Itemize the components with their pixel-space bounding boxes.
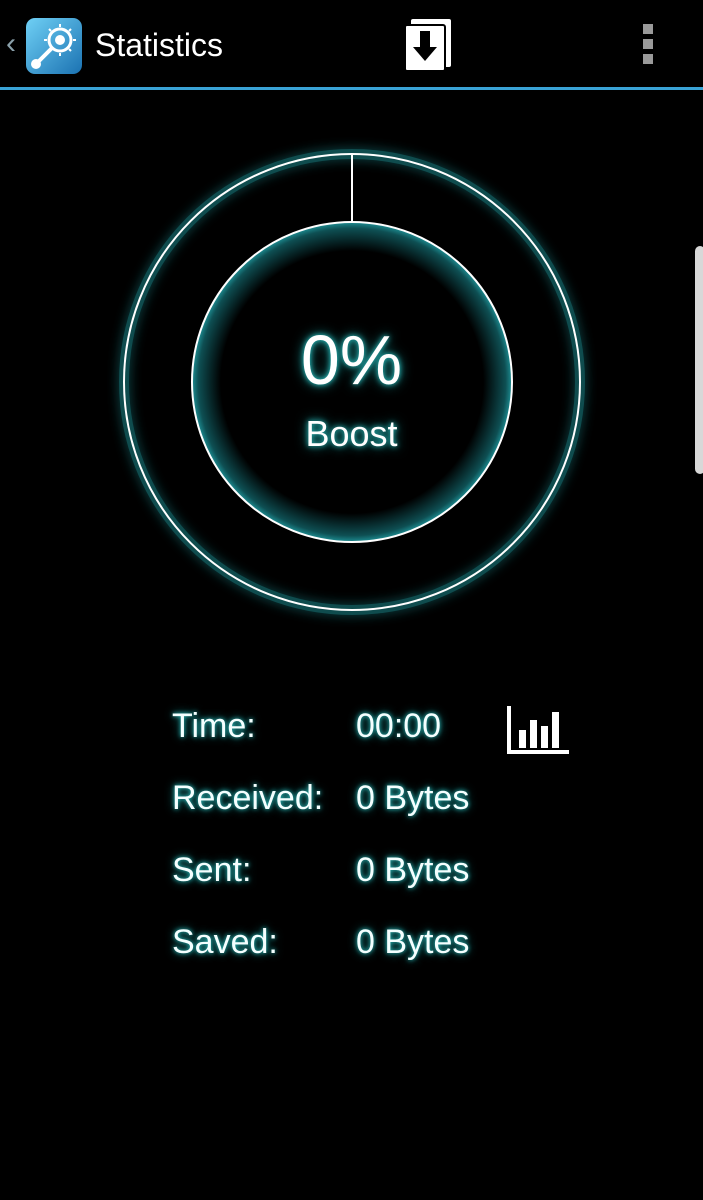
stat-label: Received: bbox=[172, 779, 324, 817]
stat-row-received: Received: 0 Bytes bbox=[172, 772, 592, 844]
action-bar: ‹ Statistics bbox=[0, 0, 703, 754]
overflow-menu-button[interactable] bbox=[628, 14, 668, 74]
app-logo-icon[interactable] bbox=[24, 16, 84, 76]
stat-row-sent: Sent: 0 Bytes bbox=[172, 844, 592, 916]
stat-row-time: Time: 00:00 bbox=[172, 700, 592, 772]
download-button[interactable] bbox=[396, 14, 462, 74]
stat-label: Time: bbox=[172, 707, 256, 745]
overflow-menu-icon bbox=[643, 24, 653, 64]
screen-title: Statistics bbox=[95, 27, 224, 63]
statistics-screen: ‹ Statistics 0% Boost Time: 00:00 Receiv… bbox=[0, 0, 703, 1200]
stat-value: 0 Bytes bbox=[356, 851, 470, 889]
stat-value: 0 Bytes bbox=[356, 779, 470, 817]
up-chevron-icon[interactable]: ‹ bbox=[6, 26, 22, 62]
stat-row-saved: Saved: 0 Bytes bbox=[172, 916, 592, 988]
boost-label: Boost bbox=[305, 413, 398, 454]
action-bar-divider bbox=[0, 87, 703, 90]
stat-value: 0 Bytes bbox=[356, 923, 470, 961]
boost-percentage: 0% bbox=[300, 321, 403, 399]
download-icon bbox=[404, 19, 451, 72]
stat-label: Saved: bbox=[172, 923, 278, 961]
stat-value: 00:00 bbox=[356, 707, 442, 745]
stat-label: Sent: bbox=[172, 851, 252, 889]
statistics-list: Time: 00:00 Received: 0 Bytes Sent: 0 By… bbox=[172, 700, 592, 988]
